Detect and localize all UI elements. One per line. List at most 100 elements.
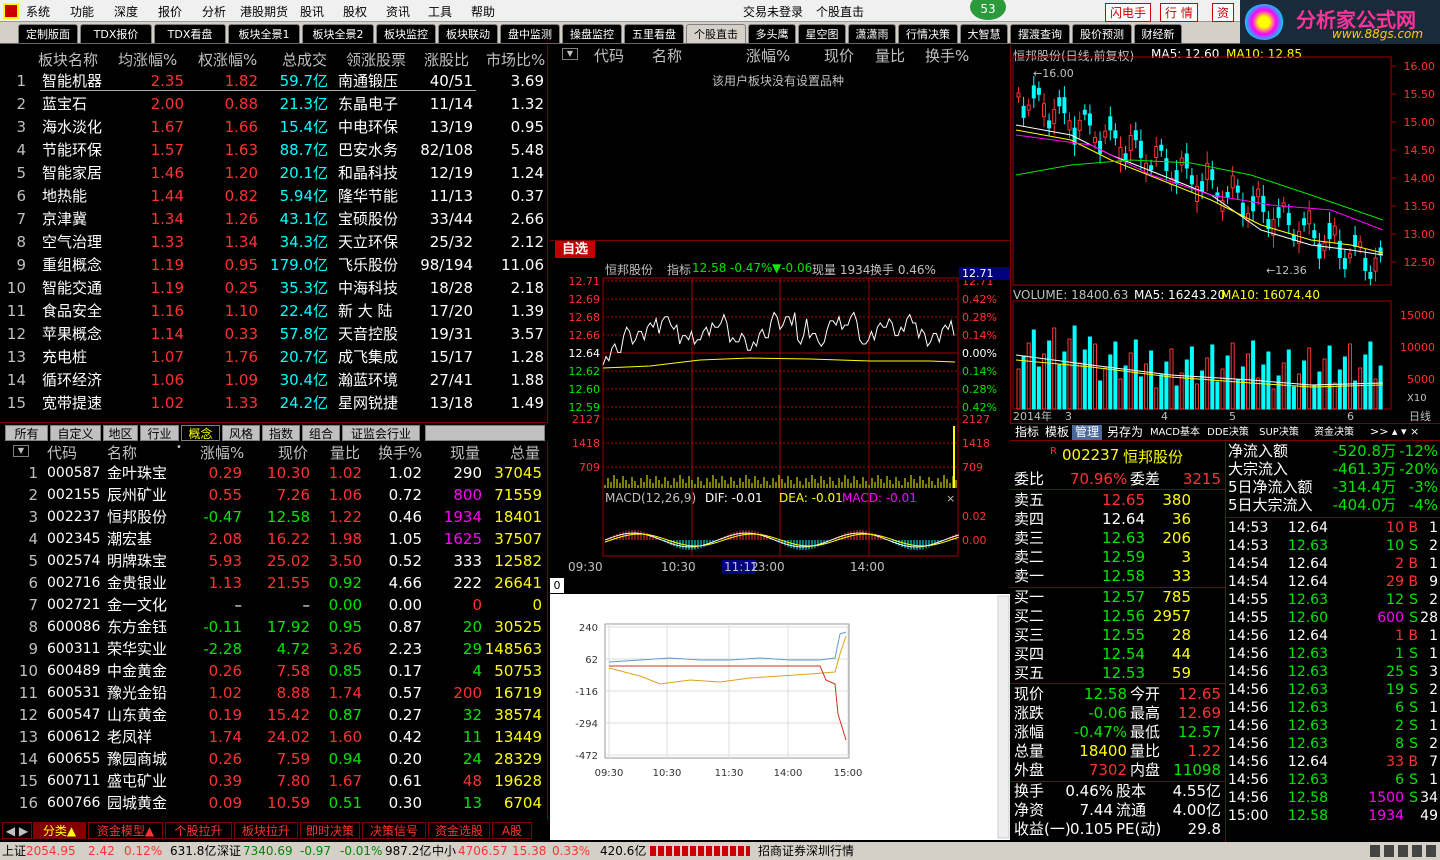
layout-tab-4[interactable]: 板块全景2	[302, 24, 374, 43]
bottom-tab-4[interactable]: 即时决策	[300, 822, 360, 839]
stock-direct-menu[interactable]: 个股直击	[816, 3, 864, 20]
indicator-tab-0[interactable]: 指标	[1013, 425, 1041, 440]
category-tab-4[interactable]: 概念	[181, 425, 220, 441]
layout-tab-11[interactable]: 多头鹰	[748, 24, 796, 43]
menu-item-5[interactable]: 港股期货	[240, 3, 288, 20]
sector-row[interactable]: 12 苹果概念 1.14 0.33 57.8亿 天音控股 19/31 3.57	[0, 323, 548, 345]
layout-tab-18[interactable]: 财经新	[1134, 24, 1182, 43]
sector-row[interactable]: 1 智能机器 2.35 1.82 59.7亿 南通锻压 40/51 3.69	[0, 70, 548, 92]
flow-tab[interactable]: 0	[550, 578, 564, 593]
sector-row[interactable]: 10 智能交通 1.19 0.25 35.3亿 中海科技 18/28 2.18	[0, 277, 548, 299]
sector-row[interactable]: 6 地热能 1.44 0.82 5.94亿 隆华节能 11/13 0.37	[0, 185, 548, 207]
stock-col-header[interactable]: 量比	[330, 442, 360, 463]
watch-col-header[interactable]: 代码	[594, 45, 624, 66]
stock-row[interactable]: 15 600711 盛屯矿业 0.39 7.80 1.67 0.61 48 19628	[0, 770, 548, 792]
sector-row[interactable]: 2 蓝宝石 2.00 0.88 21.3亿 东晶电子 11/14 1.32	[0, 93, 548, 115]
category-tab-8[interactable]: 证监会行业	[342, 425, 420, 441]
menu-item-10[interactable]: 帮助	[471, 3, 495, 20]
layout-tab-17[interactable]: 股价预测	[1072, 24, 1132, 43]
layout-tab-9[interactable]: 五里看盘	[624, 24, 684, 43]
watch-col-header[interactable]: 涨幅%	[746, 45, 790, 66]
layout-tab-6[interactable]: 板块联动	[438, 24, 498, 43]
category-tab-6[interactable]: 指数	[262, 425, 300, 441]
stock-col-header[interactable]: 代码	[47, 442, 77, 463]
indicator-tab-7[interactable]: 资金决策	[1306, 425, 1362, 440]
menu-item-8[interactable]: 资讯	[386, 3, 410, 20]
sector-col-header[interactable]: 市场比%	[486, 49, 545, 70]
category-tab-3[interactable]: 行业	[140, 425, 179, 441]
indicator-tab-6[interactable]: SUP决策	[1254, 425, 1304, 440]
nav-more-icon[interactable]: >> ▴ ▾ ×	[1370, 425, 1419, 438]
sector-row[interactable]: 15 宽带提速 1.02 1.33 24.2亿 星网锐捷 13/18 1.49	[0, 392, 548, 414]
stock-row[interactable]: 12 600547 山东黄金 0.19 15.42 0.87 0.27 32 38574	[0, 704, 548, 726]
layout-tab-7[interactable]: 盘中监测	[500, 24, 560, 43]
category-tab-7[interactable]: 组合	[302, 425, 340, 441]
stock-row[interactable]: 3 002237 恒邦股份 -0.47 12.58 1.22 0.46 1934 18401	[0, 506, 548, 528]
kline-panel[interactable]: 恒邦股份(日线,前复权) MA5: 12.60 MA10: 12.85 16.0…	[1010, 45, 1440, 423]
watch-col-header[interactable]: 量比	[875, 45, 905, 66]
layout-tab-12[interactable]: 星空图	[798, 24, 846, 43]
indicator-tab-5[interactable]: DDE决策	[1204, 425, 1252, 440]
stock-col-header[interactable]: 现量	[450, 442, 480, 463]
indicator-tab-4[interactable]: MACD基本	[1148, 425, 1202, 440]
bottom-tab-0[interactable]: 分类▲	[33, 822, 86, 839]
stock-col-header[interactable]: 现价	[278, 442, 308, 463]
stock-row[interactable]: 8 600086 东方金钰 -0.11 17.92 0.95 0.87 20 30525	[0, 616, 548, 638]
flash-button[interactable]: 闪电手	[1105, 3, 1152, 22]
layout-tab-1[interactable]: TDX报价	[80, 24, 152, 43]
watch-col-header[interactable]: 名称	[652, 45, 682, 66]
menu-item-3[interactable]: 报价	[158, 3, 182, 20]
kline-period[interactable]: 日线	[1409, 409, 1431, 423]
zi-button[interactable]: 资	[1212, 3, 1235, 22]
watch-col-header[interactable]: 现价	[824, 45, 854, 66]
bottom-nav-arrows[interactable]: ◀ ▶	[2, 822, 32, 839]
stock-row[interactable]: 9 600311 荣华实业 -2.28 4.72 3.26 2.23 29 148563	[0, 638, 548, 660]
bottom-tab-1[interactable]: 资金模型▲	[88, 822, 163, 839]
sector-col-header[interactable]: 均涨幅%	[118, 49, 177, 70]
layout-tab-13[interactable]: 潇潇雨	[848, 24, 896, 43]
sector-row[interactable]: 8 空气治理 1.33 1.34 34.3亿 天立环保 25/32 2.12	[0, 231, 548, 253]
stock-col-header[interactable]: 总量	[510, 442, 540, 463]
layout-tab-15[interactable]: 大智慧	[960, 24, 1008, 43]
intraday-chart[interactable]: 恒邦股份 指标 12.58 -0.47% ▼-0.06 现量 1934 换手 0…	[550, 258, 1010, 576]
layout-tab-8[interactable]: 操盘监控	[562, 24, 622, 43]
layout-tab-10[interactable]: 个股直击	[686, 24, 746, 43]
stock-row[interactable]: 4 002345 潮宏基 2.08 16.22 1.98 1.05 1625 37507	[0, 528, 548, 550]
indicator-tab-3[interactable]: 另存为	[1104, 425, 1146, 440]
sector-row[interactable]: 3 海水淡化 1.67 1.66 15.4亿 中电环保 13/19 0.95	[0, 116, 548, 138]
bottom-tab-6[interactable]: 资金选股	[428, 822, 490, 839]
bottom-tab-5[interactable]: 决策信号	[362, 822, 426, 839]
trade-status[interactable]: 交易未登录	[743, 3, 803, 20]
subtab-scroll[interactable]	[425, 425, 545, 441]
sector-col-header[interactable]: 领涨股票	[346, 49, 406, 70]
sector-col-header[interactable]: 总成交	[282, 49, 327, 70]
flow-scrollbar[interactable]	[997, 595, 1010, 839]
stock-row[interactable]: 1 000587 金叶珠宝 0.29 10.30 1.02 1.02 290 37045	[0, 462, 548, 484]
stock-row[interactable]: 2 002155 辰州矿业 0.55 7.26 1.06 0.72 800 71559	[0, 484, 548, 506]
layout-tab-2[interactable]: TDX看盘	[154, 24, 226, 43]
sector-row[interactable]: 5 智能家居 1.46 1.20 20.1亿 和晶科技 12/19 1.24	[0, 162, 548, 184]
layout-tab-0[interactable]: 定制版面	[18, 24, 78, 43]
stock-row[interactable]: 11 600531 豫光金铅 1.02 8.88 1.74 0.57 200 16719	[0, 682, 548, 704]
stock-col-header[interactable]: 换手%	[378, 442, 422, 463]
menu-item-6[interactable]: 股讯	[300, 3, 324, 20]
sector-col-header[interactable]: 权涨幅%	[198, 49, 257, 70]
menu-item-2[interactable]: 深度	[114, 3, 138, 20]
category-tab-2[interactable]: 地区	[103, 425, 138, 441]
sort-down-icon[interactable]: ▼	[13, 445, 29, 457]
layout-tab-16[interactable]: 摆渡查询	[1010, 24, 1070, 43]
bottom-tab-3[interactable]: 板块拉升	[234, 822, 298, 839]
stock-row[interactable]: 10 600489 中金黄金 0.26 7.58 0.85 0.17 4 50753	[0, 660, 548, 682]
watch-tab[interactable]: 自选	[555, 241, 595, 258]
menu-item-0[interactable]: 系统	[26, 3, 50, 20]
sector-col-header[interactable]: 涨股比	[424, 49, 469, 70]
indicator-tab-1[interactable]: 模板	[1043, 425, 1071, 440]
category-tab-1[interactable]: 自定义	[50, 425, 101, 441]
quote-button[interactable]: 行 情	[1160, 3, 1198, 22]
sector-row[interactable]: 13 充电桩 1.07 1.76 20.7亿 成飞集成 15/17 1.28	[0, 346, 548, 368]
layout-tab-14[interactable]: 行情决策	[898, 24, 958, 43]
category-tab-5[interactable]: 风格	[222, 425, 260, 441]
menu-item-9[interactable]: 工具	[428, 3, 452, 20]
stock-row[interactable]: 16 600766 园城黄金 0.09 10.59 0.51 0.30 13 6704	[0, 792, 548, 814]
bottom-tab-2[interactable]: 个股拉升	[165, 822, 232, 839]
